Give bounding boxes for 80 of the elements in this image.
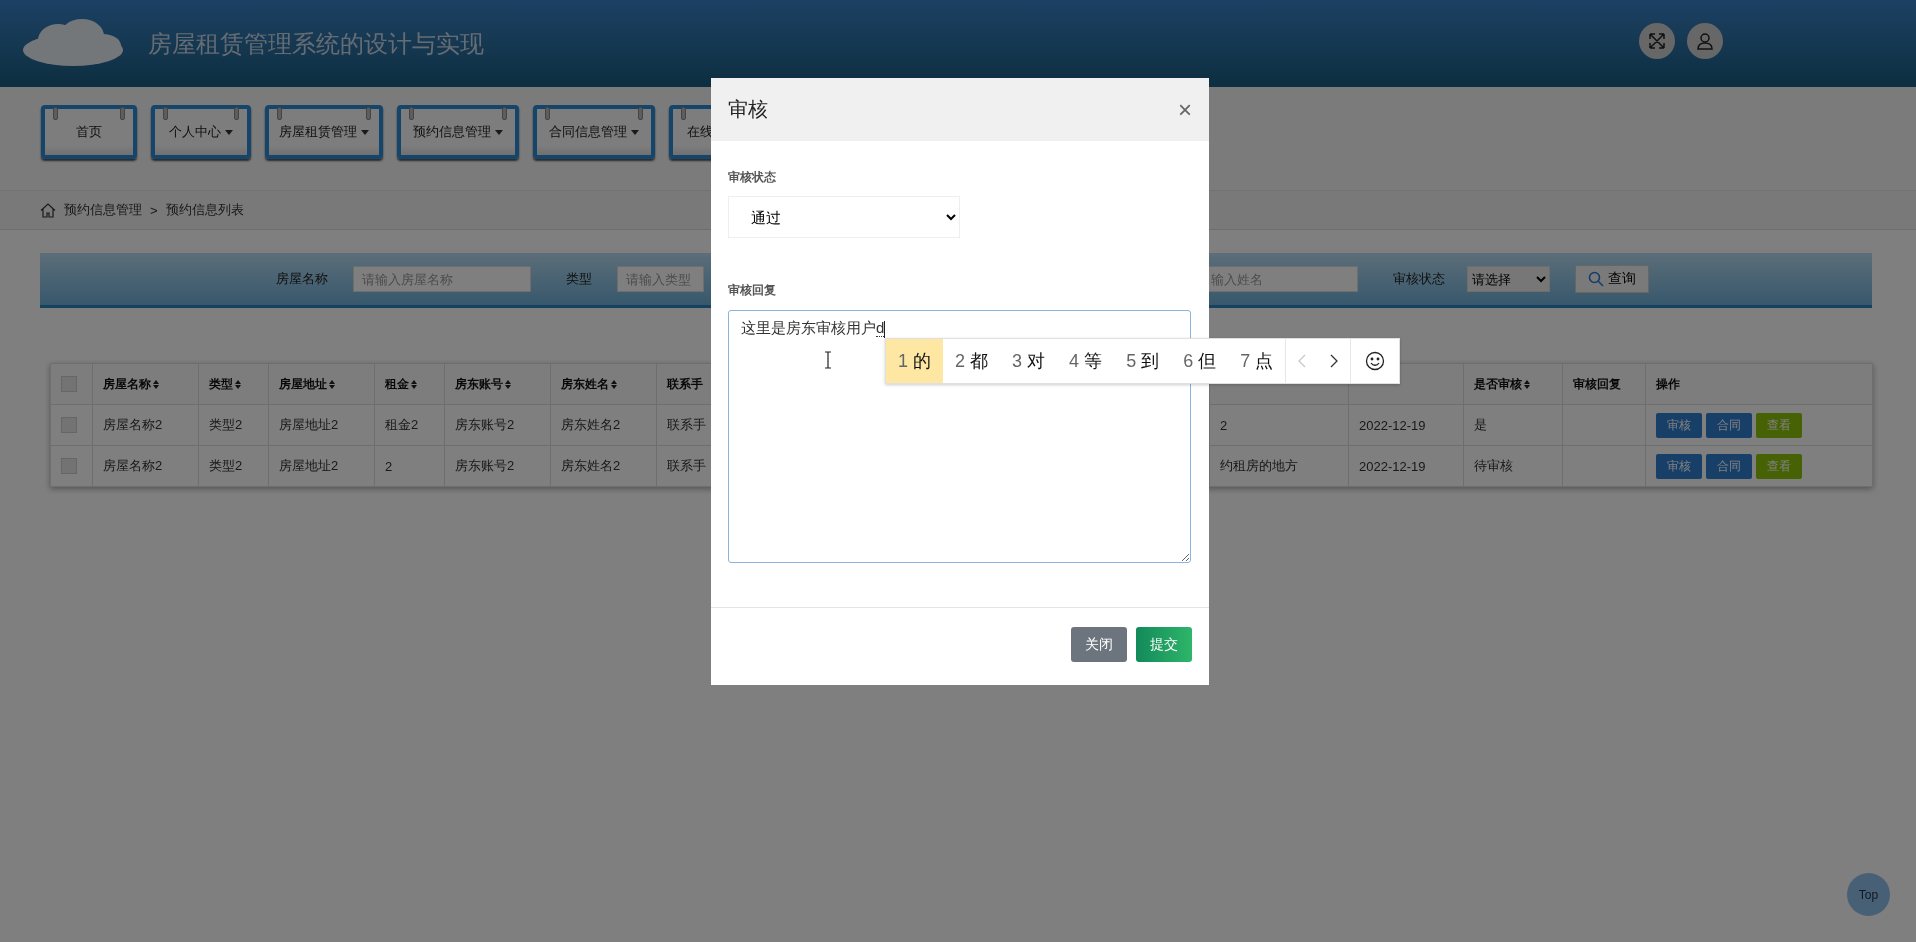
table-cell: 房屋名称2 <box>103 458 163 473</box>
binder-ring <box>681 107 686 120</box>
table-cell: 房东账号2 <box>455 417 515 432</box>
table-cell: 待审核 <box>1474 458 1513 473</box>
dialog-button[interactable]: 关闭 <box>1071 627 1127 662</box>
table-cell: 是 <box>1474 417 1487 432</box>
status-select[interactable]: 请选择 <box>1467 266 1550 292</box>
dialog-button[interactable]: 提交 <box>1136 627 1192 662</box>
query-button[interactable]: 查询 <box>1575 265 1649 293</box>
fullscreen-icon[interactable] <box>1639 22 1675 59</box>
field-label: 审核状态 <box>1393 270 1445 288</box>
table-cell: 联系手 <box>667 417 706 432</box>
field-label: 房屋名称 <box>276 270 328 288</box>
ime-candidate[interactable]: 1 的 <box>886 339 944 383</box>
nav-item[interactable]: 首页 <box>41 105 137 159</box>
column-header[interactable]: 房东账号 <box>455 375 503 393</box>
table-cell: 房屋地址2 <box>279 417 339 432</box>
action-button[interactable]: 合同 <box>1706 412 1752 438</box>
table-cell: 房东姓名2 <box>561 458 621 473</box>
app-title: 房屋租赁管理系统的设计与实现 <box>148 28 484 59</box>
back-to-top-button[interactable]: Top <box>1847 873 1890 916</box>
table-cell: 类型2 <box>209 417 243 432</box>
action-button[interactable]: 合同 <box>1706 453 1752 479</box>
field-label: 类型 <box>566 270 592 288</box>
column-header[interactable]: 房屋名称 <box>103 375 151 393</box>
binder-ring <box>366 107 371 120</box>
table-cell: 房屋地址2 <box>279 458 339 473</box>
breadcrumb-separator: > <box>150 202 158 218</box>
table-cell: 2 <box>385 458 393 474</box>
binder-ring <box>502 107 507 120</box>
table-cell: 约租房的地方 <box>1220 458 1298 473</box>
table-cell: 联系手 <box>667 458 706 473</box>
home-icon <box>40 202 56 218</box>
column-header[interactable]: 类型 <box>209 375 233 393</box>
action-button[interactable]: 审核 <box>1656 453 1702 479</box>
action-button[interactable]: 审核 <box>1656 412 1702 438</box>
column-header[interactable]: 操作 <box>1656 375 1680 393</box>
close-button[interactable]: × <box>1178 97 1192 122</box>
status-select[interactable]: 通过 <box>728 196 960 238</box>
field-label: 审核回复 <box>728 282 776 299</box>
ime-candidate[interactable]: 7 点 <box>1228 339 1286 383</box>
column-header[interactable]: 租金 <box>385 375 409 393</box>
dialog-title: 审核 <box>728 97 768 122</box>
ime-candidate[interactable]: 6 但 <box>1171 339 1229 383</box>
binder-ring <box>409 107 414 120</box>
nav-item[interactable]: 个人中心 <box>151 105 251 159</box>
table-cell: 房屋名称2 <box>103 417 163 432</box>
field-label: 审核状态 <box>728 169 776 186</box>
binder-ring <box>277 107 282 120</box>
text-cursor-icon <box>824 351 832 369</box>
column-header[interactable]: 房东姓名 <box>561 375 609 393</box>
binder-ring <box>638 107 643 120</box>
nav-item[interactable]: 房屋租赁管理 <box>265 105 383 159</box>
user-icon[interactable] <box>1687 22 1723 59</box>
chevron-right-icon[interactable] <box>1330 354 1339 368</box>
binder-ring <box>234 107 239 120</box>
table-cell: 2022-12-19 <box>1359 458 1426 474</box>
table-cell: 房东账号2 <box>455 458 515 473</box>
nav-item[interactable]: 预约信息管理 <box>397 105 519 159</box>
binder-ring <box>545 107 550 120</box>
binder-ring <box>163 107 168 120</box>
breadcrumb-link[interactable]: 预约信息管理 <box>64 201 142 219</box>
breadcrumb-link[interactable]: 预约信息列表 <box>165 201 244 219</box>
table-cell: 2 <box>1220 417 1228 433</box>
checkbox[interactable] <box>61 458 77 475</box>
table-cell: 租金2 <box>385 417 419 432</box>
table-cell: 类型2 <box>209 458 243 473</box>
ime-candidate[interactable]: 2 都 <box>943 339 1001 383</box>
nav-item[interactable]: 合同信息管理 <box>533 105 655 159</box>
column-header[interactable]: 房屋地址 <box>279 375 327 393</box>
checkbox[interactable] <box>61 417 77 434</box>
binder-ring <box>120 107 125 120</box>
binder-ring <box>53 107 58 120</box>
ime-candidate[interactable]: 4 等 <box>1057 339 1115 383</box>
smiley-icon[interactable] <box>1365 351 1386 371</box>
table-cell: 2022-12-19 <box>1359 417 1426 433</box>
ime-candidate[interactable]: 5 到 <box>1114 339 1172 383</box>
ime-candidate[interactable]: 3 对 <box>1000 339 1058 383</box>
table-cell: 房东姓名2 <box>561 417 621 432</box>
search-icon <box>1588 271 1604 287</box>
